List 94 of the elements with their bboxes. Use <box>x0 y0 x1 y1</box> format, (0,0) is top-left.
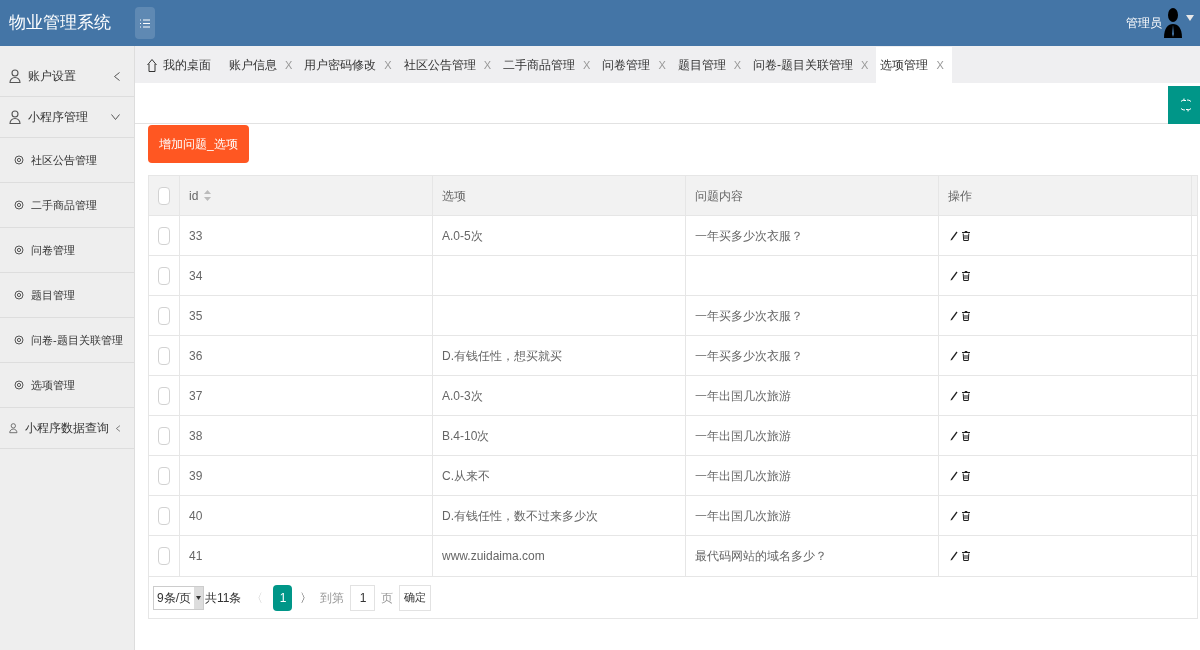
refresh-icon <box>1181 98 1191 112</box>
row-checkbox[interactable] <box>158 506 170 525</box>
table-cell-text: www.zuidaima.com <box>442 548 545 565</box>
menu-toggle-button[interactable] <box>135 7 155 39</box>
pencil-icon[interactable] <box>950 430 958 441</box>
trash-icon[interactable] <box>962 510 970 521</box>
trash-icon[interactable] <box>962 310 970 321</box>
sidebar-subitem[interactable]: 问卷管理 <box>0 228 134 273</box>
tab[interactable]: 账户信息 X <box>225 47 301 83</box>
table-cell-text: D.有钱任性，想买就买 <box>442 347 562 365</box>
select-all-checkbox[interactable] <box>158 186 170 205</box>
pencil-icon[interactable] <box>950 551 958 561</box>
row-checkbox[interactable] <box>158 426 170 445</box>
table-cell-text: 37 <box>189 387 203 405</box>
sidebar-item[interactable]: 账户设置 <box>0 56 134 97</box>
pencil-icon[interactable] <box>950 230 958 241</box>
pencil-icon[interactable] <box>950 350 958 361</box>
table-cell-text: A.0-3次 <box>442 387 483 405</box>
pencil-icon[interactable] <box>950 470 958 481</box>
trash-icon[interactable] <box>962 430 970 441</box>
table-cell-text: 一年买多少次衣服？ <box>695 347 803 365</box>
row-checkbox[interactable] <box>158 547 170 565</box>
pencil-icon[interactable] <box>950 310 958 321</box>
caret-icon <box>196 595 201 600</box>
trash-icon[interactable] <box>962 230 970 241</box>
confirm-button[interactable]: 确定 <box>399 584 432 611</box>
row-checkbox[interactable] <box>158 466 170 485</box>
table-cell-text: B.4-10次 <box>442 427 490 445</box>
table-cell-text: 39 <box>189 467 203 485</box>
total-count: 共11条 <box>205 589 242 607</box>
table-cell-text: 36 <box>189 347 203 365</box>
sidebar-subitem[interactable]: 二手商品管理 <box>0 183 134 228</box>
tab[interactable]: 社区公告管理 X <box>399 47 500 83</box>
page-size-select[interactable]: 9条/页 <box>153 585 204 610</box>
page-button[interactable]: 1 <box>273 584 293 611</box>
sidebar-subitem[interactable]: 问卷-题目关联管理 <box>0 318 134 363</box>
menu-icon <box>140 18 150 28</box>
sidebar-item[interactable]: 小程序管理 <box>0 97 134 138</box>
user-icon <box>9 110 21 124</box>
trash-icon[interactable] <box>962 270 970 281</box>
row-checkbox[interactable] <box>158 266 170 285</box>
table-cell-text: 一年出国几次旅游 <box>695 387 791 405</box>
tab[interactable]: 用户密码修改 X <box>300 47 400 83</box>
table-cell-text: C.从来不 <box>442 467 490 485</box>
home-icon <box>147 58 157 72</box>
sidebar-subitem[interactable]: 社区公告管理 <box>0 138 134 183</box>
user-name[interactable]: 管理员 <box>1126 14 1162 32</box>
table-cell-text: 41 <box>189 548 203 565</box>
table-cell-text: 34 <box>189 267 203 285</box>
app-title: 物业管理系统 <box>8 12 112 35</box>
tab[interactable]: 题目管理 X <box>673 47 750 83</box>
table-cell-text: D.有钱任性，数不过来多少次 <box>442 507 598 525</box>
table-cell-text: 40 <box>189 507 203 525</box>
table-cell-text: 一年买多少次衣服？ <box>695 227 803 245</box>
trash-icon[interactable] <box>962 350 970 361</box>
table-cell-text: 一年出国几次旅游 <box>695 427 791 445</box>
table-cell-text: 38 <box>189 427 203 445</box>
row-checkbox[interactable] <box>158 226 170 245</box>
table-cell-text: A.0-5次 <box>442 227 483 245</box>
table-cell-text: 一年买多少次衣服？ <box>695 307 803 325</box>
sidebar-item[interactable]: 小程序数据查询 <box>0 408 134 449</box>
pencil-icon[interactable] <box>950 270 958 281</box>
row-checkbox[interactable] <box>158 386 170 405</box>
trash-icon[interactable] <box>962 470 970 481</box>
tab[interactable]: 问卷管理 X <box>598 47 674 83</box>
column-header: 问题内容 <box>695 187 743 205</box>
pencil-icon[interactable] <box>950 510 958 521</box>
row-checkbox[interactable] <box>158 346 170 365</box>
dropdown-caret-icon[interactable] <box>1186 15 1194 21</box>
person-silhouette-icon <box>1163 8 1183 38</box>
trash-icon[interactable] <box>962 551 970 561</box>
column-header: 操作 <box>948 187 972 205</box>
user-icon <box>9 69 21 83</box>
row-checkbox[interactable] <box>158 306 170 325</box>
page-unit-label: 页 <box>381 589 394 607</box>
user-icon <box>9 421 18 435</box>
table-cell-text: 33 <box>189 227 203 245</box>
trash-icon[interactable] <box>962 390 970 401</box>
tab[interactable]: 我的桌面 <box>143 47 225 83</box>
tab[interactable]: 二手商品管理 X <box>499 47 599 83</box>
table-cell-text: 一年出国几次旅游 <box>695 467 791 485</box>
page-number-field[interactable]: 1 <box>350 584 376 611</box>
column-header: 选项 <box>442 187 466 205</box>
table-cell-text: 35 <box>189 307 203 325</box>
next-page-link[interactable]: 〉 <box>300 588 313 607</box>
pencil-icon[interactable] <box>950 390 958 401</box>
table-cell-text: 一年出国几次旅游 <box>695 507 791 525</box>
column-header: id <box>189 187 199 205</box>
goto-label: 到第 <box>320 589 345 607</box>
table-cell-text: 最代码网站的域名多少？ <box>695 548 827 565</box>
tab[interactable]: 选项管理 X <box>876 47 952 83</box>
tab[interactable]: 问卷-题目关联管理 X <box>749 47 877 83</box>
sidebar-subitem[interactable]: 题目管理 <box>0 273 134 318</box>
sidebar-subitem[interactable]: 选项管理 <box>0 363 134 408</box>
